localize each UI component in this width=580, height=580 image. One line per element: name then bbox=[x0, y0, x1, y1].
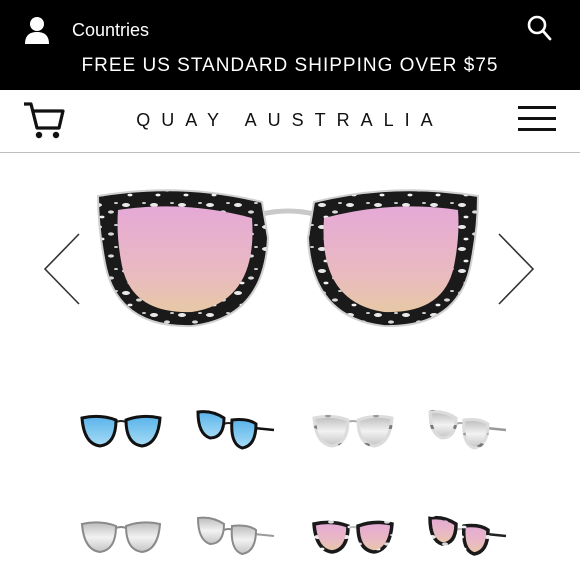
site-header: QUAY AUSTRALIA bbox=[0, 90, 580, 153]
thumbnail-8[interactable] bbox=[426, 510, 508, 562]
thumbnail-1[interactable] bbox=[80, 404, 162, 456]
thumbnail-3[interactable] bbox=[312, 404, 394, 456]
thumbnail-5[interactable] bbox=[80, 510, 162, 562]
thumbnail-7[interactable] bbox=[312, 510, 394, 562]
chevron-right-icon[interactable] bbox=[496, 232, 536, 306]
brand-logo[interactable]: QUAY AUSTRALIA bbox=[0, 110, 580, 131]
thumbnail-4[interactable] bbox=[426, 404, 508, 456]
search-icon[interactable] bbox=[526, 14, 552, 42]
thumbnail-6[interactable] bbox=[194, 510, 276, 562]
chevron-left-icon[interactable] bbox=[42, 232, 82, 306]
countries-link[interactable]: Countries bbox=[72, 20, 149, 41]
shipping-banner: FREE US STANDARD SHIPPING OVER $75 bbox=[81, 55, 499, 76]
top-bar: Countries FREE US STANDARD SHIPPING OVER… bbox=[0, 0, 580, 90]
thumbnail-2[interactable] bbox=[194, 404, 276, 456]
hamburger-menu-icon[interactable] bbox=[518, 106, 556, 136]
product-main-image bbox=[96, 189, 480, 328]
user-icon[interactable] bbox=[24, 16, 50, 44]
